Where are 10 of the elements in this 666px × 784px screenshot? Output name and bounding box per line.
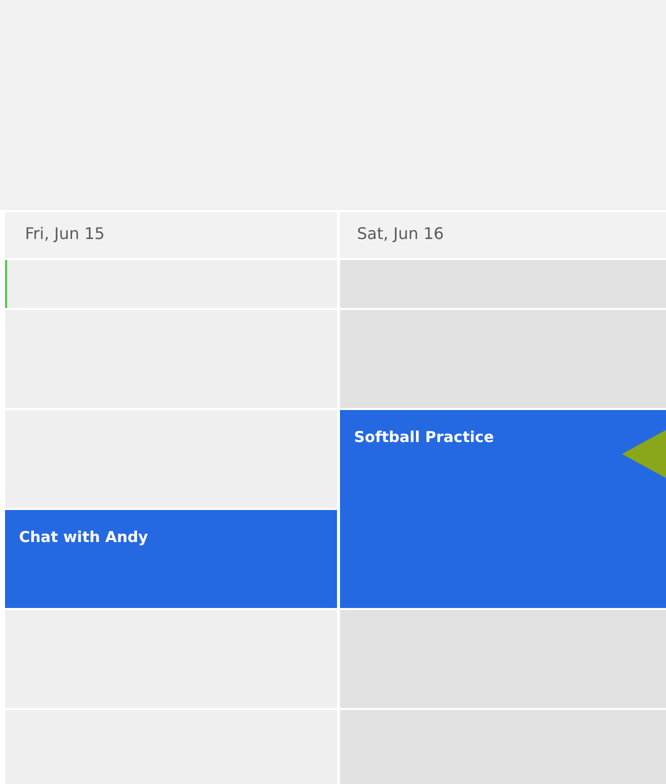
calendar-event[interactable]: Chat with Andy bbox=[5, 510, 337, 608]
day-header: Fri, Jun 15 bbox=[5, 212, 337, 258]
pointer-icon bbox=[622, 430, 666, 478]
day-header: Sat, Jun 16 bbox=[340, 212, 666, 258]
calendar-event[interactable]: Softball Practice bbox=[340, 410, 666, 608]
time-slot[interactable] bbox=[340, 610, 666, 708]
time-slot[interactable] bbox=[340, 310, 666, 408]
time-slot[interactable] bbox=[340, 260, 666, 308]
time-slot[interactable] bbox=[5, 260, 337, 308]
time-slot[interactable] bbox=[340, 710, 666, 784]
